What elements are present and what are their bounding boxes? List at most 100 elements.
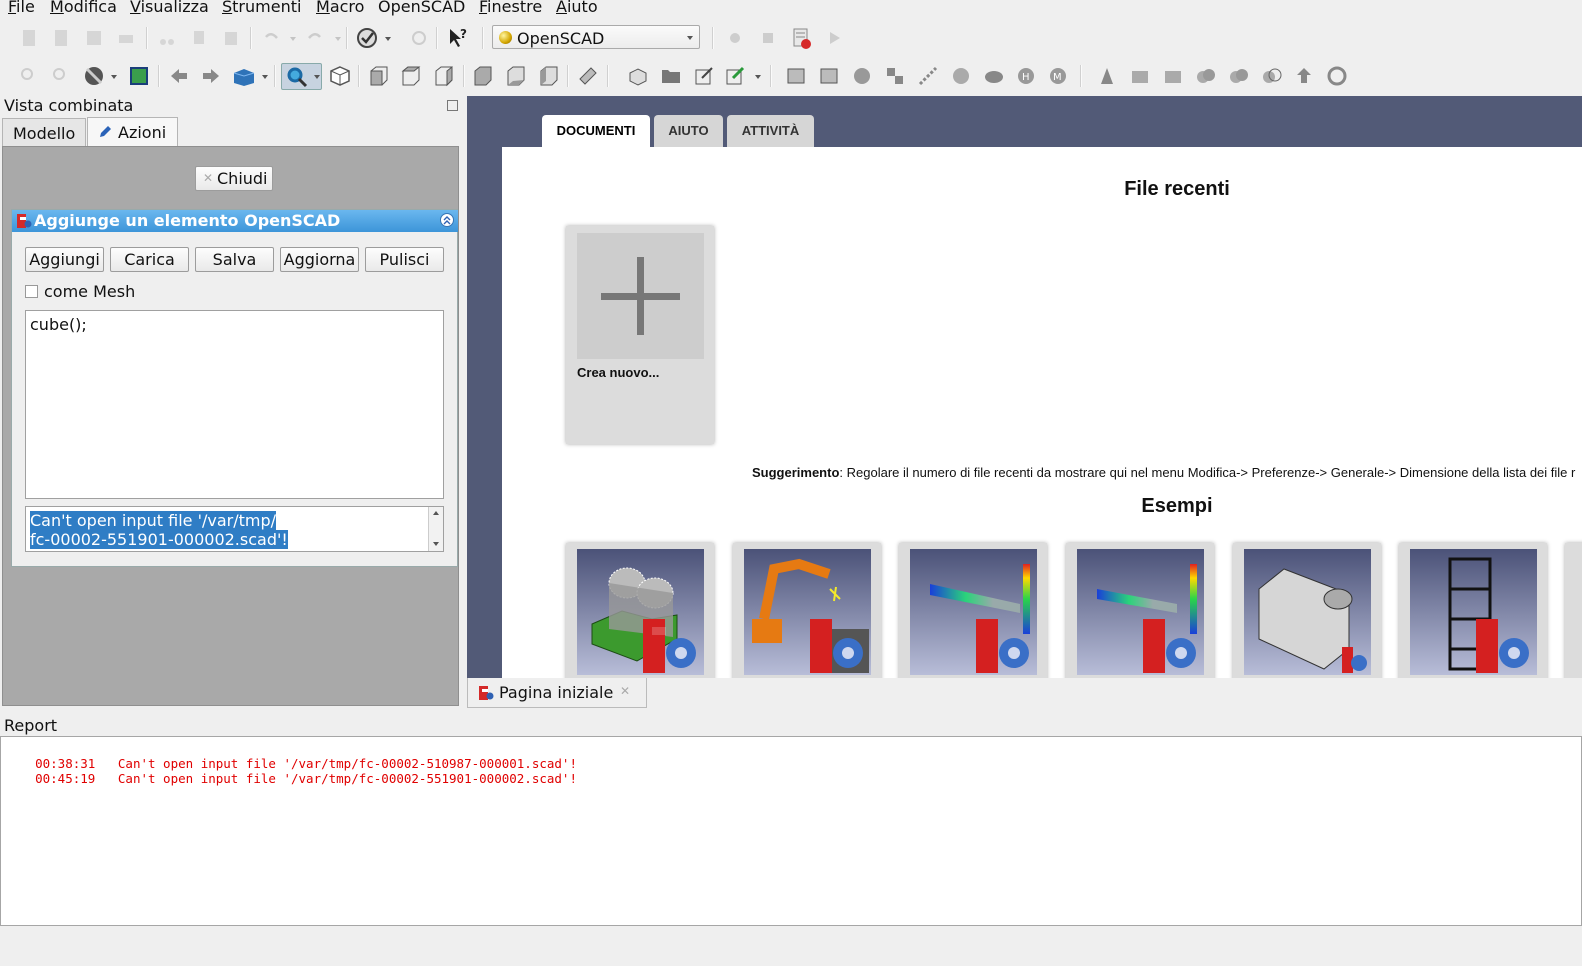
save-icon[interactable] bbox=[85, 29, 103, 47]
cut-icon[interactable] bbox=[158, 29, 176, 47]
openscad-difference-icon[interactable] bbox=[1261, 65, 1283, 87]
macro-record-icon[interactable] bbox=[726, 29, 744, 47]
tab-attivita[interactable]: ATTIVITÀ bbox=[727, 115, 814, 147]
draw-style-icon[interactable] bbox=[83, 65, 105, 87]
openscad-icon-1[interactable] bbox=[785, 65, 807, 87]
rear-view-icon[interactable] bbox=[472, 65, 494, 87]
example-card[interactable] bbox=[899, 543, 1047, 678]
close-tab-icon[interactable]: ✕ bbox=[620, 684, 630, 698]
menu-finestre[interactable]: Finestre bbox=[479, 0, 542, 16]
create-new-card[interactable]: Crea nuovo... bbox=[566, 226, 714, 444]
scroll-up-icon[interactable] bbox=[433, 511, 439, 515]
openscad-icon-10[interactable] bbox=[1096, 65, 1118, 87]
menu-modifica[interactable]: Modifica bbox=[50, 0, 117, 16]
sync-view-icon[interactable] bbox=[232, 65, 256, 87]
openscad-code-editor[interactable]: cube(); bbox=[25, 310, 444, 499]
bounding-box-icon[interactable] bbox=[128, 65, 150, 87]
create-group-icon[interactable] bbox=[660, 65, 682, 87]
back-arrow-icon[interactable] bbox=[168, 65, 190, 87]
forward-arrow-icon[interactable] bbox=[200, 65, 222, 87]
front-view-icon[interactable] bbox=[368, 65, 390, 87]
example-card[interactable] bbox=[1066, 543, 1214, 678]
whats-this-icon[interactable]: ? bbox=[446, 26, 470, 50]
create-part-icon[interactable] bbox=[627, 65, 649, 87]
measure-icon[interactable] bbox=[577, 65, 599, 87]
zoom-selection-icon[interactable] bbox=[52, 67, 70, 85]
bottom-view-icon[interactable] bbox=[505, 65, 527, 87]
print-icon[interactable] bbox=[117, 29, 135, 47]
paste-icon[interactable] bbox=[222, 29, 240, 47]
openscad-revolve-icon[interactable] bbox=[1326, 65, 1348, 87]
document-tab-start-page[interactable]: Pagina iniziale ✕ bbox=[467, 678, 647, 708]
openscad-icon-11[interactable] bbox=[1129, 65, 1151, 87]
link-actions-icon[interactable] bbox=[724, 65, 748, 87]
macro-stop-icon[interactable] bbox=[759, 29, 777, 47]
redo-icon[interactable] bbox=[306, 29, 324, 47]
openscad-icon-12[interactable] bbox=[1162, 65, 1184, 87]
menu-macro[interactable]: Macro bbox=[316, 0, 364, 16]
examples-title: Esempi bbox=[1141, 495, 1213, 517]
openscad-message-output[interactable]: Can't open input file '/var/tmp/ fc-0000… bbox=[25, 506, 444, 552]
plus-icon bbox=[577, 233, 704, 359]
message-scrollbar[interactable] bbox=[428, 507, 443, 551]
document-tab-label: Pagina iniziale bbox=[499, 683, 614, 702]
openscad-icon-3[interactable] bbox=[851, 65, 873, 87]
fit-all-button[interactable] bbox=[281, 63, 322, 90]
tab-documenti[interactable]: DOCUMENTI bbox=[542, 115, 650, 148]
right-view-icon[interactable] bbox=[433, 65, 455, 87]
carica-button[interactable]: Carica bbox=[110, 247, 189, 272]
menu-strumenti[interactable]: Strumenti bbox=[222, 0, 301, 16]
openscad-panel-header[interactable]: Aggiunge un elemento OpenSCAD bbox=[12, 210, 458, 232]
open-document-icon[interactable] bbox=[52, 29, 70, 47]
zoom-icon[interactable] bbox=[20, 67, 38, 85]
aggiorna-button[interactable]: Aggiorna bbox=[280, 247, 359, 272]
left-view-icon[interactable] bbox=[538, 65, 560, 87]
make-link-icon[interactable] bbox=[693, 65, 715, 87]
close-task-button[interactable]: ✕ Chiudi bbox=[195, 166, 273, 191]
openscad-icon-7[interactable] bbox=[983, 65, 1005, 87]
openscad-icon-2[interactable] bbox=[818, 65, 840, 87]
scroll-down-icon[interactable] bbox=[433, 542, 439, 546]
tab-aiuto[interactable]: AIUTO bbox=[654, 115, 723, 147]
openscad-icon-9[interactable]: M bbox=[1047, 65, 1069, 87]
collapse-panel-icon[interactable] bbox=[440, 213, 454, 227]
openscad-icon-5[interactable] bbox=[917, 65, 939, 87]
openscad-extrude-icon[interactable] bbox=[1293, 65, 1315, 87]
openscad-icon-4[interactable] bbox=[884, 65, 906, 87]
new-document-icon[interactable] bbox=[20, 29, 38, 47]
top-view-icon[interactable] bbox=[400, 65, 422, 87]
mesh-checkbox[interactable] bbox=[25, 285, 38, 298]
menu-openscad[interactable]: OpenSCAD bbox=[378, 0, 465, 16]
macro-run-icon[interactable] bbox=[825, 29, 843, 47]
openscad-icon-8[interactable]: H bbox=[1015, 65, 1037, 87]
float-panel-icon[interactable] bbox=[447, 100, 458, 111]
menu-visualizza[interactable]: Visualizza bbox=[130, 0, 209, 16]
tab-azioni[interactable]: Azioni bbox=[87, 117, 178, 147]
example-card[interactable] bbox=[1565, 543, 1582, 678]
openscad-intersection-icon[interactable] bbox=[1228, 65, 1250, 87]
pulisci-button[interactable]: Pulisci bbox=[365, 247, 444, 272]
svg-text:?: ? bbox=[460, 27, 467, 41]
menu-aiuto[interactable]: Aiuto bbox=[556, 0, 598, 16]
report-title: Report bbox=[4, 716, 58, 735]
example-card[interactable] bbox=[566, 543, 714, 678]
macro-edit-icon[interactable] bbox=[792, 28, 812, 50]
menu-file[interactable]: File bbox=[8, 0, 35, 16]
workbench-selector[interactable]: OpenSCAD bbox=[492, 25, 700, 49]
macro-recording-icon[interactable] bbox=[356, 27, 378, 49]
openscad-union-icon[interactable] bbox=[1195, 65, 1217, 87]
example-card[interactable] bbox=[733, 543, 881, 678]
undo-icon[interactable] bbox=[262, 29, 280, 47]
aggiungi-button[interactable]: Aggiungi bbox=[25, 247, 104, 272]
isometric-view-icon[interactable] bbox=[329, 65, 351, 87]
openscad-icon-6[interactable] bbox=[950, 65, 972, 87]
example-card[interactable] bbox=[1399, 543, 1547, 678]
example-card[interactable] bbox=[1233, 543, 1381, 678]
message-line-1: Can't open input file '/var/tmp/ bbox=[30, 511, 277, 530]
report-view[interactable]: 00:38:31 Can't open input file '/var/tmp… bbox=[0, 736, 1582, 926]
refresh-icon[interactable] bbox=[410, 29, 428, 47]
copy-icon[interactable] bbox=[190, 29, 208, 47]
tab-modello[interactable]: Modello bbox=[2, 118, 86, 146]
salva-button[interactable]: Salva bbox=[195, 247, 274, 272]
create-new-label: Crea nuovo... bbox=[577, 365, 660, 380]
